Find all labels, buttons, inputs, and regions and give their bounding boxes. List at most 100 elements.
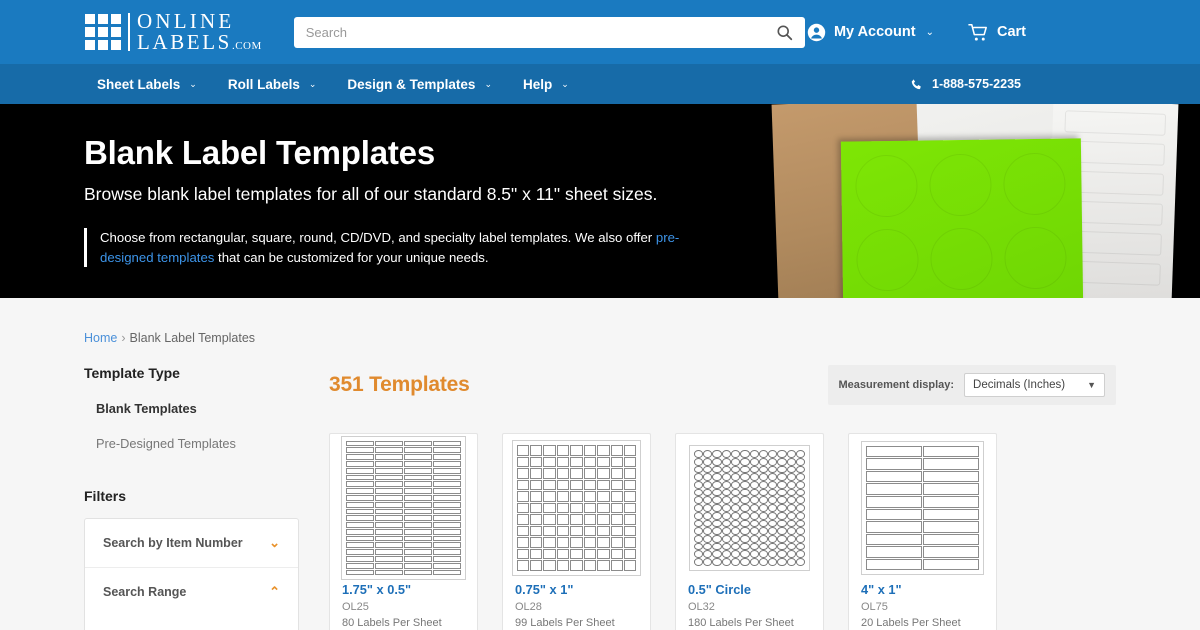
label-sheet-preview — [861, 440, 984, 576]
label-sheet-preview — [688, 445, 811, 571]
template-card-grid: 1.75" x 0.5" OL25 80 Labels Per Sheet 0.… — [329, 433, 1116, 630]
template-sku: OL25 — [342, 601, 369, 613]
results-area: 351 Templates Measurement display: Decim… — [307, 365, 1116, 630]
template-sku: OL75 — [861, 601, 888, 613]
filter-label: Search by Item Number — [103, 536, 243, 550]
breadcrumb: Home › Blank Label Templates — [84, 298, 1116, 345]
template-card[interactable]: 0.5" Circle OL32 180 Labels Per Sheet — [675, 433, 824, 630]
chevron-down-icon: ⌄ — [561, 78, 569, 89]
cart-label: Cart — [996, 24, 1026, 40]
template-title: 4" x 1" — [861, 582, 902, 597]
nav-item-design-templates[interactable]: Design & Templates ⌄ — [347, 77, 492, 92]
chevron-down-icon: ⌄ — [269, 535, 280, 550]
body-columns: Template Type Blank Templates Pre-Design… — [84, 365, 1116, 630]
template-type-heading: Template Type — [84, 365, 180, 381]
label-grid — [346, 440, 461, 576]
filters-heading: Filters — [84, 488, 127, 504]
nav-item-roll-labels[interactable]: Roll Labels ⌄ — [228, 77, 317, 92]
nav-label: Help — [522, 76, 553, 92]
logo-wordmark: ONLINE LABELS .COM — [137, 11, 262, 53]
template-title: 0.75" x 1" — [515, 582, 574, 597]
hero-note-after: that can be customized for your unique n… — [214, 249, 489, 265]
search-container — [293, 16, 805, 48]
chevron-down-icon: ⌄ — [484, 78, 492, 89]
logo-online-text: ONLINE — [137, 9, 235, 33]
label-grid — [693, 450, 806, 566]
filter-search-range[interactable]: Search Range ⌃ — [85, 567, 298, 616]
measurement-display-control: Measurement display: Decimals (Inches) ▼ — [827, 365, 1116, 405]
template-sku: OL32 — [688, 601, 715, 613]
phone-link[interactable]: 1-888-575-2235 — [910, 77, 1021, 91]
breadcrumb-separator: › — [121, 331, 126, 345]
phone-icon — [911, 78, 921, 89]
width-range-filter: Width : 0 – 8.5 " — [85, 616, 298, 630]
main-navigation: Sheet Labels ⌄ Roll Labels ⌄ Design & Te… — [0, 64, 1200, 104]
chevron-down-icon: ⌄ — [925, 26, 934, 38]
logo-labels-text: LABELS — [137, 30, 232, 54]
logo-divider — [128, 13, 130, 51]
template-card[interactable]: 1.75" x 0.5" OL25 80 Labels Per Sheet — [329, 433, 478, 630]
my-account-menu[interactable]: My Account ⌄ — [807, 23, 934, 42]
measurement-display-select[interactable]: Decimals (Inches) ▼ — [964, 373, 1105, 397]
hero-banner: Blank Label Templates Browse blank label… — [0, 104, 1200, 298]
user-circle-icon — [807, 23, 826, 41]
nav-items: Sheet Labels ⌄ Roll Labels ⌄ Design & Te… — [97, 77, 569, 92]
chevron-down-icon: ⌄ — [189, 78, 197, 89]
hero-text: Blank Label Templates Browse blank label… — [84, 134, 724, 268]
template-thumbnail — [688, 445, 811, 571]
hero-photo — [720, 104, 1200, 298]
breadcrumb-current: Blank Label Templates — [129, 331, 256, 345]
template-sku: OL28 — [515, 601, 542, 613]
chevron-down-icon: ⌄ — [308, 78, 317, 89]
content-container: Home › Blank Label Templates Template Type… — [0, 298, 1200, 630]
nav-item-help[interactable]: Help ⌄ — [523, 77, 569, 92]
label-grid — [516, 445, 637, 572]
measurement-selected-value: Decimals (Inches) — [973, 379, 1066, 391]
search-button[interactable] — [765, 17, 805, 48]
sidebar-item-blank-templates[interactable]: Blank Templates — [96, 401, 307, 416]
page-title: Blank Label Templates — [84, 134, 435, 171]
hero-note: Choose from rectangular, square, round, … — [84, 228, 699, 268]
green-label-sheet — [840, 138, 1084, 298]
logo-com-text: .COM — [231, 40, 262, 52]
template-description: 180 Labels Per Sheet — [688, 617, 794, 629]
grid-icon — [85, 14, 121, 50]
template-count-heading: 351 Templates — [329, 373, 470, 396]
sidebar: Template Type Blank Templates Pre-Design… — [84, 365, 307, 630]
caret-down-icon: ▼ — [1087, 380, 1096, 390]
template-card[interactable]: 0.75" x 1" OL28 99 Labels Per Sheet — [502, 433, 651, 630]
label-sheet-preview — [341, 435, 466, 581]
shopping-cart-icon — [968, 23, 987, 41]
hero-subtitle: Browse blank label templates for all of … — [84, 184, 658, 204]
template-card[interactable]: 4" x 1" OL75 20 Labels Per Sheet — [848, 433, 997, 630]
template-thumbnail — [341, 435, 466, 581]
nav-item-sheet-labels[interactable]: Sheet Labels ⌄ — [97, 77, 197, 92]
my-account-label: My Account — [833, 24, 916, 40]
label-grid — [866, 445, 979, 571]
template-description: 20 Labels Per Sheet — [861, 617, 961, 629]
sidebar-item-pre-designed-templates[interactable]: Pre-Designed Templates — [96, 436, 307, 451]
filter-label: Search Range — [103, 585, 187, 599]
page-body: Home › Blank Label Templates Template Type… — [0, 298, 1200, 630]
nav-label: Roll Labels — [227, 76, 300, 92]
template-title: 0.5" Circle — [688, 582, 751, 597]
breadcrumb-home-link[interactable]: Home — [84, 331, 117, 345]
filters-panel: Search by Item Number ⌄ Search Range ⌃ W… — [84, 518, 299, 630]
search-icon — [777, 24, 793, 40]
nav-label: Sheet Labels — [97, 76, 181, 92]
site-logo[interactable]: ONLINE LABELS .COM — [85, 11, 262, 53]
filter-search-by-item-number[interactable]: Search by Item Number ⌄ — [85, 519, 298, 567]
cart-link[interactable]: Cart — [968, 23, 1026, 42]
template-description: 80 Labels Per Sheet — [342, 617, 442, 629]
template-thumbnail — [511, 440, 642, 577]
template-title: 1.75" x 0.5" — [342, 582, 412, 597]
template-thumbnail — [861, 440, 984, 576]
chevron-up-icon: ⌃ — [269, 584, 280, 599]
nav-label: Design & Templates — [347, 76, 476, 92]
phone-number: 1-888-575-2235 — [932, 77, 1021, 91]
site-header: ONLINE LABELS .COM My Account ⌄ — [0, 0, 1200, 64]
measurement-display-label: Measurement display: — [838, 379, 955, 391]
search-input[interactable] — [293, 16, 805, 48]
label-sheet-preview — [511, 440, 642, 577]
results-toolbar: 351 Templates Measurement display: Decim… — [329, 365, 1116, 405]
